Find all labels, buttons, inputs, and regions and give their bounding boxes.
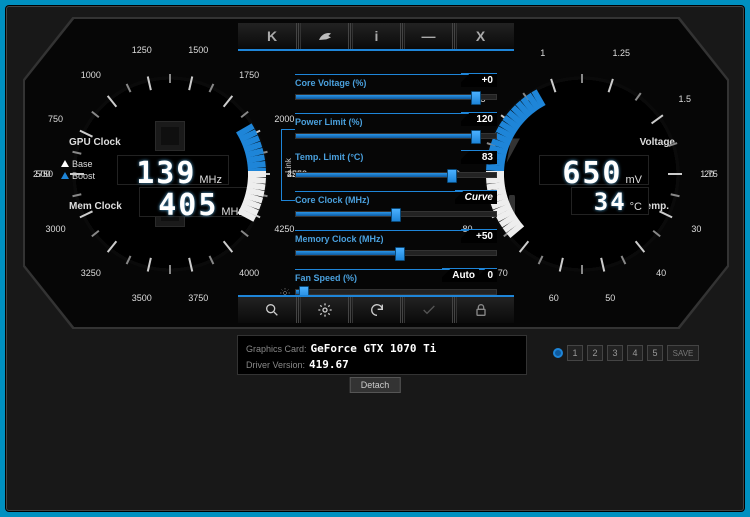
settings-button[interactable] [300,297,348,323]
detach-button[interactable]: Detach [350,377,401,393]
power-limit-value: 120 [461,112,497,126]
graphics-card-row: Graphics Card:GeForce GTX 1070 Ti [246,341,518,357]
power-limit-slider[interactable] [295,133,497,139]
refresh-icon [369,302,385,318]
bottom-toolbar [238,295,514,323]
link-toggle[interactable]: Link [281,129,295,201]
temp-limit-row: Temp. Limit (°C) 83 [295,152,497,184]
profile-5-button[interactable]: 5 [647,345,663,361]
driver-version-value: 419.67 [309,358,349,371]
driver-version-row: Driver Version:419.67 [246,357,518,373]
memory-clock-value: +50 [461,229,497,243]
mem-clock-label: Mem Clock [69,201,122,212]
gpu-clock-display: 139 MHz [117,155,229,185]
info-button[interactable]: i [352,23,400,49]
apply-button[interactable] [404,297,452,323]
core-clock-row: Core Clock (MHz) Curve [295,191,497,223]
voltage-temp-gauge: Voltage Temp. 650 mV 34 °C .5.7511.251.5… [467,59,697,289]
profile-2-button[interactable]: 2 [587,345,603,361]
kombustor-button[interactable]: K [248,23,296,49]
sliders-column: Core Voltage (%) +0 Power Limit (%) 120 … [295,74,497,301]
gpu-clock-label: GPU Clock [69,137,121,148]
profile-3-button[interactable]: 3 [607,345,623,361]
memory-clock-slider[interactable] [295,250,497,256]
dragon-logo-button[interactable] [300,23,348,49]
main-panel: K i — X GPU Clock Mem Clock Base Boost 1… [25,19,727,327]
voltage-display: 650 mV [539,155,649,185]
clock-gauge: GPU Clock Mem Clock Base Boost 139 MHz 4… [55,59,285,289]
info-bar: Graphics Card:GeForce GTX 1070 Ti Driver… [237,335,527,375]
search-icon [264,302,280,318]
core-voltage-value: +0 [461,73,497,87]
startup-toggle[interactable] [553,348,563,358]
fan-mode-value[interactable]: Auto [442,268,479,282]
memory-clock-row: Memory Clock (MHz) +50 [295,230,497,262]
mem-clock-display: 405 MHz [139,187,251,217]
voltage-unit: mV [626,174,643,186]
fan-speed-value: 0 [477,268,497,282]
temp-limit-slider[interactable] [295,172,497,178]
core-voltage-row: Core Voltage (%) +0 [295,74,497,106]
voltage-value: 650 [562,156,622,191]
lock-icon [473,302,489,318]
check-icon [421,302,437,318]
lock-button[interactable] [456,297,504,323]
temp-value: 34 [594,188,627,216]
gpu-clock-unit: MHz [199,174,222,186]
profile-4-button[interactable]: 4 [627,345,643,361]
legend-base: Base [61,159,93,169]
gpu-clock-value: 139 [136,156,196,191]
app-window: K i — X GPU Clock Mem Clock Base Boost 1… [6,6,744,511]
power-limit-row: Power Limit (%) 120 [295,113,497,145]
core-clock-value[interactable]: Curve [455,190,497,204]
core-clock-slider[interactable] [295,211,497,217]
dragon-icon [317,28,333,44]
temp-display: 34 °C [571,187,649,215]
monitor-button[interactable] [248,297,296,323]
profile-1-button[interactable]: 1 [567,345,583,361]
gpu-chip-icon [155,121,185,151]
profile-row: 1 2 3 4 5 SAVE [553,345,699,361]
save-profile-button[interactable]: SAVE [667,345,699,361]
core-voltage-slider[interactable] [295,94,497,100]
reset-button[interactable] [352,297,400,323]
temp-limit-value: 83 [461,150,497,164]
mem-clock-value: 405 [158,188,218,223]
close-button[interactable]: X [456,23,504,49]
temp-unit: °C [630,201,642,213]
gear-icon [317,302,333,318]
minimize-button[interactable]: — [404,23,452,49]
top-toolbar: K i — X [238,23,514,51]
graphics-card-value: GeForce GTX 1070 Ti [311,342,437,355]
